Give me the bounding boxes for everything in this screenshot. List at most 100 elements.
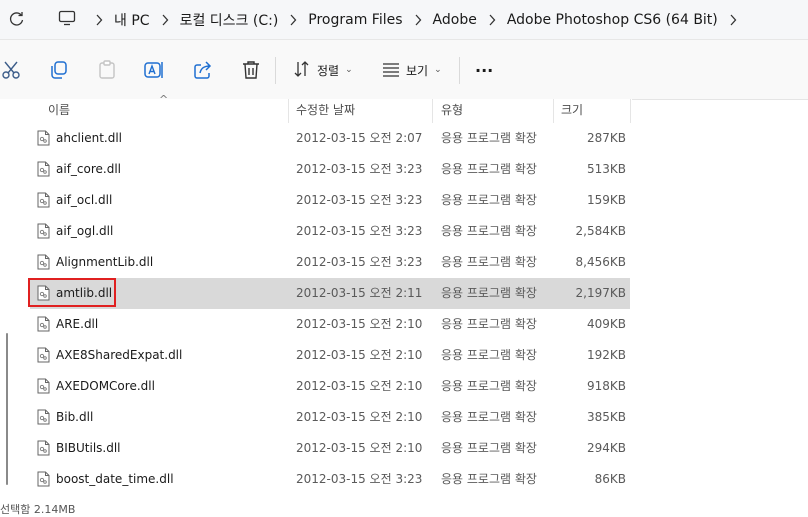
file-modified: 2012-03-15 오전 3:23 <box>296 162 423 176</box>
dll-file-icon <box>37 192 50 208</box>
file-type: 응용 프로그램 확장 <box>441 162 537 176</box>
chevron-right-icon[interactable] <box>403 13 433 27</box>
column-modified[interactable]: 수정한 날짜 <box>296 99 355 123</box>
breadcrumb-item-program-files[interactable]: Program Files <box>308 12 402 28</box>
file-size: 513KB <box>586 162 626 176</box>
breadcrumb-item-my-pc[interactable]: 내 PC <box>114 10 150 30</box>
file-modified: 2012-03-15 오전 3:23 <box>296 193 423 207</box>
sort-button[interactable]: 정렬 ⌄ <box>293 59 353 81</box>
file-modified: 2012-03-15 오전 2:11 <box>296 286 423 300</box>
chevron-right-icon[interactable] <box>477 13 507 27</box>
file-modified: 2012-03-15 오전 2:10 <box>296 379 423 393</box>
file-type: 응용 프로그램 확장 <box>441 441 537 455</box>
chevron-down-icon: ⌄ <box>434 65 442 75</box>
file-name: AXE8SharedExpat.dll <box>56 348 183 362</box>
file-row[interactable]: amtlib.dll 2012-03-15 오전 2:11 응용 프로그램 확장 2,… <box>30 278 630 309</box>
file-type: 응용 프로그램 확장 <box>441 131 537 145</box>
column-divider[interactable] <box>432 99 433 123</box>
file-type: 응용 프로그램 확장 <box>441 379 537 393</box>
file-name: AlignmentLib.dll <box>56 255 154 269</box>
file-modified: 2012-03-15 오전 3:23 <box>296 472 423 486</box>
chevron-right-icon[interactable] <box>84 13 114 27</box>
file-type: 응용 프로그램 확장 <box>441 472 537 486</box>
dll-file-icon <box>37 130 50 146</box>
file-size: 8,456KB <box>575 255 626 269</box>
file-row[interactable]: AXEDOMCore.dll 2012-03-15 오전 2:10 응용 프로그램 … <box>30 371 630 402</box>
cut-icon[interactable] <box>0 59 22 81</box>
file-modified: 2012-03-15 오전 2:10 <box>296 441 423 455</box>
paste-icon[interactable] <box>96 59 118 81</box>
file-row[interactable]: aif_ocl.dll 2012-03-15 오전 3:23 응용 프로그램 확장 1… <box>30 185 630 216</box>
column-divider[interactable] <box>630 99 631 123</box>
command-bar: 정렬 ⌄ 보기 ⌄ ··· <box>0 40 808 100</box>
file-type: 응용 프로그램 확장 <box>441 348 537 362</box>
sort-label: 정렬 <box>317 63 340 78</box>
dll-file-icon <box>37 409 50 425</box>
column-header: ^ 이름 수정한 날짜 유형 크기 <box>0 93 632 123</box>
file-row[interactable]: aif_core.dll 2012-03-15 오전 3:23 응용 프로그램 확장… <box>30 154 630 185</box>
view-label: 보기 <box>406 63 429 78</box>
file-name: ARE.dll <box>56 317 99 331</box>
address-bar: 내 PC 로컬 디스크 (C:) Program Files Adobe Ado… <box>0 0 808 40</box>
file-size: 192KB <box>586 348 626 362</box>
file-row[interactable]: ARE.dll 2012-03-15 오전 2:10 응용 프로그램 확장 409KB <box>30 309 630 340</box>
dll-file-icon <box>37 161 50 177</box>
view-icon <box>382 60 400 81</box>
file-type: 응용 프로그램 확장 <box>441 286 537 300</box>
file-name: Bib.dll <box>56 410 94 424</box>
file-row[interactable]: BIBUtils.dll 2012-03-15 오전 2:10 응용 프로그램 확장… <box>30 433 630 464</box>
file-modified: 2012-03-15 오전 3:23 <box>296 224 423 238</box>
column-name[interactable]: 이름 <box>48 99 70 123</box>
dll-file-icon <box>37 347 50 363</box>
view-button[interactable]: 보기 ⌄ <box>382 59 442 81</box>
file-type: 응용 프로그램 확장 <box>441 255 537 269</box>
breadcrumb-item-local-disk[interactable]: 로컬 디스크 (C:) <box>180 10 279 30</box>
file-size: 385KB <box>586 410 626 424</box>
share-icon[interactable] <box>192 59 214 81</box>
dll-file-icon <box>37 378 50 394</box>
file-size: 2,197KB <box>575 286 626 300</box>
copy-icon[interactable] <box>48 59 70 81</box>
dll-file-icon <box>37 254 50 270</box>
more-options-button[interactable]: ··· <box>475 59 493 81</box>
toolbar-separator <box>459 57 460 84</box>
breadcrumb: 내 PC 로컬 디스크 (C:) Program Files Adobe Ado… <box>84 0 748 39</box>
dll-file-icon <box>37 223 50 239</box>
refresh-icon[interactable] <box>8 9 26 29</box>
scrollbar[interactable] <box>6 333 8 485</box>
delete-icon[interactable] <box>240 59 262 81</box>
chevron-right-icon[interactable] <box>150 13 180 27</box>
file-name: ahclient.dll <box>56 131 123 145</box>
breadcrumb-item-photoshop-cs6[interactable]: Adobe Photoshop CS6 (64 Bit) <box>507 12 718 28</box>
file-row[interactable]: boost_date_time.dll 2012-03-15 오전 3:23 응용 … <box>30 464 630 495</box>
column-divider[interactable] <box>288 99 289 123</box>
file-row[interactable]: aif_ogl.dll 2012-03-15 오전 3:23 응용 프로그램 확장 2… <box>30 216 630 247</box>
file-type: 응용 프로그램 확장 <box>441 317 537 331</box>
breadcrumb-item-adobe[interactable]: Adobe <box>433 12 477 28</box>
file-type: 응용 프로그램 확장 <box>441 193 537 207</box>
file-name: aif_ocl.dll <box>56 193 113 207</box>
chevron-right-icon[interactable] <box>278 13 308 27</box>
file-row[interactable]: Bib.dll 2012-03-15 오전 2:10 응용 프로그램 확장 385KB <box>30 402 630 433</box>
chevron-right-icon[interactable] <box>718 13 748 27</box>
file-name: AXEDOMCore.dll <box>56 379 155 393</box>
file-modified: 2012-03-15 오전 2:10 <box>296 317 423 331</box>
column-divider[interactable] <box>553 99 554 123</box>
column-size[interactable]: 크기 <box>561 99 583 123</box>
file-size: 159KB <box>586 193 626 207</box>
dll-file-icon <box>37 316 50 332</box>
rename-icon[interactable] <box>143 59 165 81</box>
file-type: 응용 프로그램 확장 <box>441 410 537 424</box>
file-row[interactable]: AlignmentLib.dll 2012-03-15 오전 3:23 응용 프로그… <box>30 247 630 278</box>
file-modified: 2012-03-15 오전 2:10 <box>296 410 423 424</box>
file-type: 응용 프로그램 확장 <box>441 224 537 238</box>
file-row[interactable]: ahclient.dll 2012-03-15 오전 2:07 응용 프로그램 확장… <box>30 123 630 154</box>
file-row[interactable]: AXE8SharedExpat.dll 2012-03-15 오전 2:10 응용 … <box>30 340 630 371</box>
file-modified: 2012-03-15 오전 2:10 <box>296 348 423 362</box>
file-modified: 2012-03-15 오전 3:23 <box>296 255 423 269</box>
file-size: 86KB <box>594 472 626 486</box>
column-type[interactable]: 유형 <box>441 99 463 123</box>
dll-file-icon <box>37 471 50 487</box>
file-name: aif_core.dll <box>56 162 122 176</box>
computer-icon[interactable] <box>58 10 76 26</box>
